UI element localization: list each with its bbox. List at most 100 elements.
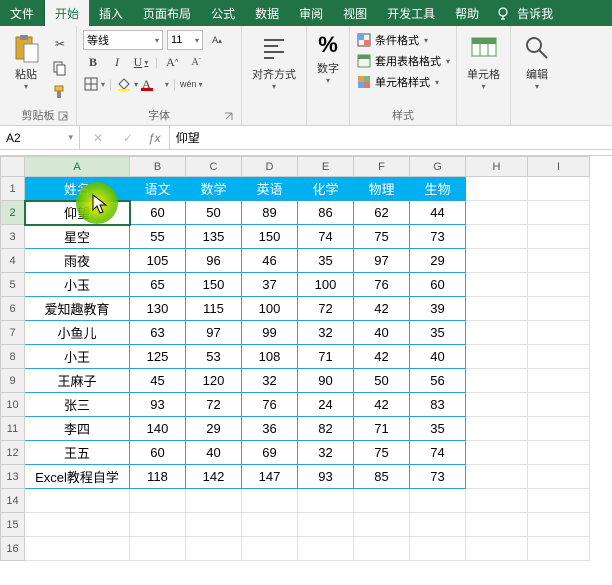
tab-dev[interactable]: 开发工具 [377,0,445,26]
table-cell[interactable] [528,249,590,273]
tab-file[interactable]: 文件 [0,0,45,26]
table-cell[interactable]: 140 [130,417,186,441]
table-cell[interactable]: 118 [130,465,186,489]
row-header[interactable]: 15 [1,513,25,537]
bold-button[interactable]: B [83,52,103,72]
table-cell[interactable] [466,201,528,225]
table-cell[interactable]: 46 [242,249,298,273]
table-cell[interactable]: 99 [242,321,298,345]
table-cell[interactable] [528,417,590,441]
table-cell[interactable]: 36 [242,417,298,441]
align-button[interactable]: 对齐方式 ▾ [248,30,300,93]
table-cell[interactable]: 74 [410,441,466,465]
lightbulb-icon[interactable] [489,0,517,26]
table-cell[interactable] [410,489,466,513]
row-header[interactable]: 7 [1,321,25,345]
tab-formulas[interactable]: 公式 [201,0,245,26]
tab-data[interactable]: 数据 [245,0,289,26]
row-header[interactable]: 10 [1,393,25,417]
number-button[interactable]: % 数字 ▾ [313,30,343,87]
table-cell[interactable]: 雨夜 [25,249,130,273]
table-cell[interactable]: 32 [298,441,354,465]
table-cell[interactable]: 74 [298,225,354,249]
table-cell[interactable]: 150 [186,273,242,297]
table-cell[interactable] [528,513,590,537]
table-cell[interactable]: 125 [130,345,186,369]
table-cell[interactable]: 62 [354,201,410,225]
table-cell[interactable]: 85 [354,465,410,489]
underline-button[interactable]: U [131,52,151,72]
row-header[interactable]: 4 [1,249,25,273]
table-cell[interactable] [242,489,298,513]
row-header[interactable]: 2 [1,201,25,225]
table-cell[interactable] [528,345,590,369]
row-header[interactable]: 3 [1,225,25,249]
table-cell[interactable]: 爱知趣教育 [25,297,130,321]
table-cell[interactable] [242,537,298,561]
table-cell[interactable]: 星空 [25,225,130,249]
table-cell[interactable]: 73 [410,225,466,249]
table-cell[interactable] [528,489,590,513]
table-cell[interactable] [466,537,528,561]
table-cell[interactable] [354,513,410,537]
cells-button[interactable]: 单元格 ▾ [463,30,504,93]
table-cell[interactable] [130,513,186,537]
table-header-cell[interactable] [466,177,528,201]
table-cell[interactable] [528,537,590,561]
table-cell[interactable]: 93 [298,465,354,489]
table-cell[interactable] [466,249,528,273]
table-cell[interactable] [528,297,590,321]
table-cell[interactable]: 45 [130,369,186,393]
table-cell[interactable]: 97 [186,321,242,345]
table-cell[interactable] [410,513,466,537]
table-cell[interactable]: 50 [354,369,410,393]
paste-button[interactable]: 粘贴 ▾ [6,30,46,93]
table-cell[interactable]: 35 [410,321,466,345]
table-cell[interactable] [466,513,528,537]
table-cell[interactable] [466,393,528,417]
table-cell[interactable]: 24 [298,393,354,417]
table-cell[interactable]: 97 [354,249,410,273]
table-cell[interactable]: 69 [242,441,298,465]
table-cell[interactable]: 53 [186,345,242,369]
cell-styles-button[interactable]: 单元格样式▾ [356,72,450,92]
table-cell[interactable]: 142 [186,465,242,489]
table-cell[interactable] [528,201,590,225]
format-table-button[interactable]: 套用表格格式▾ [356,51,450,71]
col-header[interactable]: E [298,157,354,177]
table-cell[interactable] [466,417,528,441]
tab-view[interactable]: 视图 [333,0,377,26]
table-cell[interactable] [528,393,590,417]
col-header[interactable]: F [354,157,410,177]
table-header-cell[interactable]: 化学 [298,177,354,201]
table-cell[interactable]: 55 [130,225,186,249]
table-cell[interactable] [25,537,130,561]
table-cell[interactable]: 42 [354,345,410,369]
table-cell[interactable]: 147 [242,465,298,489]
table-cell[interactable]: 130 [130,297,186,321]
table-cell[interactable]: 44 [410,201,466,225]
table-cell[interactable]: 89 [242,201,298,225]
table-cell[interactable]: 小鱼儿 [25,321,130,345]
table-header-cell[interactable]: 数学 [186,177,242,201]
table-cell[interactable] [466,369,528,393]
table-cell[interactable]: 83 [410,393,466,417]
table-cell[interactable] [354,489,410,513]
table-cell[interactable] [528,465,590,489]
table-cell[interactable] [298,513,354,537]
table-cell[interactable] [466,225,528,249]
table-cell[interactable]: 张三 [25,393,130,417]
table-cell[interactable]: 72 [186,393,242,417]
table-cell[interactable]: 93 [130,393,186,417]
table-cell[interactable]: 65 [130,273,186,297]
row-header[interactable]: 13 [1,465,25,489]
table-cell[interactable] [466,345,528,369]
conditional-format-button[interactable]: 条件格式▾ [356,30,450,50]
table-cell[interactable]: 40 [186,441,242,465]
table-cell[interactable]: 90 [298,369,354,393]
table-cell[interactable]: 100 [242,297,298,321]
table-cell[interactable] [186,513,242,537]
table-cell[interactable]: 63 [130,321,186,345]
table-cell[interactable] [466,441,528,465]
table-header-cell[interactable]: 生物 [410,177,466,201]
